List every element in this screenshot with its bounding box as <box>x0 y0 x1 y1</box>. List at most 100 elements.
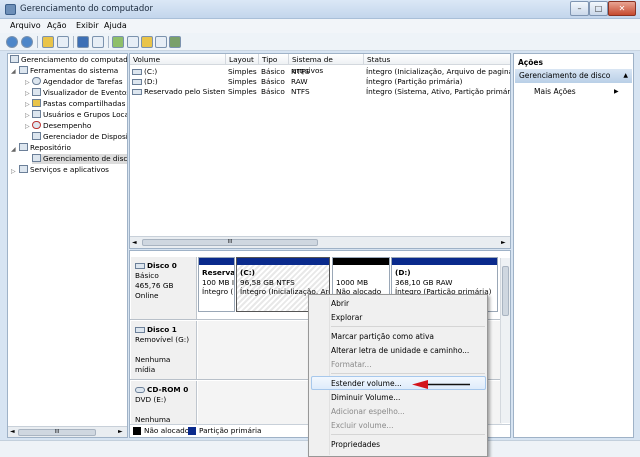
tree-item-users-groups[interactable]: Usuários e Grupos Loca <box>32 110 127 120</box>
column-header-layout[interactable]: Layout <box>226 54 259 65</box>
menu-item-properties[interactable]: Propriedades <box>331 440 380 449</box>
menu-item-format[interactable]: Formatar... <box>331 360 372 369</box>
tree-item-system-tools[interactable]: Ferramentas do sistema <box>19 66 118 76</box>
menu-item-open[interactable]: Abrir <box>331 299 349 308</box>
tree-label: Gerenciador de Disposit <box>43 132 128 141</box>
partition-size: 1000 MB <box>336 277 369 287</box>
collapse-arrow-icon[interactable]: ▲ <box>623 69 628 83</box>
cdrom-0-info[interactable]: CD-ROM 0 DVD (E:) Nenhuma mídia <box>131 381 197 434</box>
volume-filesystem: NTFS <box>291 87 310 96</box>
menu-arquivo[interactable]: Arquivo <box>10 21 41 30</box>
disk-0-info[interactable]: Disco 0 Básico 465,76 GB Online <box>131 257 197 319</box>
disk-1-info[interactable]: Disco 1 Removível (G:) Nenhuma mídia <box>131 321 197 379</box>
actions-section-header[interactable]: Gerenciamento de disco ▲ <box>515 69 632 83</box>
help-icon[interactable] <box>77 36 89 48</box>
partition-reserved[interactable]: Reserva 100 MB I Íntegro ( <box>198 257 235 312</box>
scroll-left-icon[interactable]: ◄ <box>132 239 137 246</box>
column-header-filesystem[interactable]: Sistema de arquivos <box>289 54 364 75</box>
menu-exibir[interactable]: Exibir <box>76 21 99 30</box>
back-icon[interactable] <box>6 36 18 48</box>
partition-color-bar <box>392 258 497 265</box>
table-row[interactable]: (D:) <box>132 77 225 87</box>
tree-label: Ferramentas do sistema <box>30 66 119 75</box>
expand-icon[interactable]: ▷ <box>25 101 30 108</box>
expand-icon[interactable]: ▷ <box>25 123 30 130</box>
disk-name: Disco 0 <box>147 261 177 270</box>
minimize-button[interactable]: – <box>570 1 589 16</box>
properties-icon[interactable] <box>92 36 104 48</box>
menu-item-shrink-volume[interactable]: Diminuir Volume... <box>331 393 400 402</box>
volume-name: Reservado pelo Sistema <box>144 87 225 96</box>
tree-item-root[interactable]: Gerenciamento do computador <box>10 55 127 65</box>
tree-item-device-manager[interactable]: Gerenciador de Disposit <box>32 132 128 142</box>
disk-icon <box>135 263 145 269</box>
menu-bar: Arquivo Ação Exibir Ajuda <box>0 19 640 33</box>
menu-separator <box>331 326 485 327</box>
show-hide-tree-icon[interactable] <box>57 36 69 48</box>
disk-name: Disco 1 <box>147 325 177 334</box>
scroll-thumb[interactable]: III <box>18 429 96 436</box>
tree-item-shared-folders[interactable]: Pastas compartilhadas <box>32 99 125 109</box>
disk-size: 465,76 GB <box>135 281 174 290</box>
scroll-thumb[interactable]: III <box>142 239 318 246</box>
tree-horizontal-scrollbar[interactable]: ◄ III ► <box>8 426 127 437</box>
partition-color-bar <box>333 258 389 265</box>
expand-icon[interactable]: ▷ <box>25 90 30 97</box>
up-icon[interactable] <box>42 36 54 48</box>
column-header-status[interactable]: Status <box>364 54 510 65</box>
menu-ajuda[interactable]: Ajuda <box>104 21 127 30</box>
collapse-icon[interactable]: ◢ <box>11 146 16 153</box>
volume-horizontal-scrollbar[interactable]: ◄ III ► <box>130 236 510 248</box>
more-actions-link[interactable]: Mais Ações ▶ <box>534 87 619 96</box>
menu-item-mark-active[interactable]: Marcar partição como ativa <box>331 332 434 341</box>
collapse-icon[interactable]: ◢ <box>11 68 16 75</box>
menu-acao[interactable]: Ação <box>47 21 67 30</box>
tree-item-services[interactable]: Serviços e aplicativos <box>19 165 109 175</box>
expand-icon[interactable]: ▷ <box>25 79 30 86</box>
scroll-left-icon[interactable]: ◄ <box>10 428 15 435</box>
drive-icon <box>132 89 142 95</box>
column-header-volume[interactable]: Volume <box>130 54 226 65</box>
disk-icon[interactable] <box>155 36 167 48</box>
export-icon[interactable] <box>112 36 124 48</box>
actions-pane: Ações Gerenciamento de disco ▲ Mais Açõe… <box>513 53 634 438</box>
drive-icon <box>132 79 142 85</box>
settings-icon[interactable] <box>169 36 181 48</box>
folder-icon[interactable] <box>141 36 153 48</box>
disk-management-icon <box>32 154 41 162</box>
menu-item-delete-volume[interactable]: Excluir volume... <box>331 421 394 430</box>
navigation-tree: Gerenciamento do computador ◢ Ferramenta… <box>7 53 128 438</box>
tree-item-performance[interactable]: Desempenho <box>32 121 91 131</box>
disk-status: Online <box>135 291 159 300</box>
menu-item-change-letter[interactable]: Alterar letra de unidade e caminho... <box>331 346 469 355</box>
maximize-button[interactable]: □ <box>589 1 608 16</box>
tree-item-disk-management[interactable]: Gerenciamento de disco <box>32 154 127 164</box>
expand-icon[interactable]: ▷ <box>11 168 16 175</box>
disk-size <box>135 405 192 415</box>
disk-vertical-scrollbar[interactable] <box>500 258 510 423</box>
forward-icon[interactable] <box>21 36 33 48</box>
scroll-thumb[interactable] <box>502 266 509 316</box>
volume-name: (C:) <box>144 67 158 76</box>
legend-swatch-primary <box>188 427 196 435</box>
users-icon <box>32 110 41 118</box>
close-button[interactable]: ✕ <box>608 1 636 16</box>
window-title: Gerenciamento do computador <box>20 4 153 14</box>
scroll-right-icon[interactable]: ► <box>118 428 123 435</box>
table-row[interactable]: Reservado pelo Sistema <box>132 87 225 97</box>
table-row[interactable]: (C:) <box>132 67 225 77</box>
tree-label: Serviços e aplicativos <box>30 165 109 174</box>
menu-item-explore[interactable]: Explorar <box>331 313 362 322</box>
event-viewer-icon <box>32 88 41 96</box>
disk-status: Nenhuma mídia <box>135 355 171 374</box>
toolbar-separator <box>73 36 74 48</box>
menu-item-add-mirror[interactable]: Adicionar espelho... <box>331 407 405 416</box>
expand-icon[interactable]: ▷ <box>25 112 30 119</box>
tree-item-storage[interactable]: Repositório <box>19 143 71 153</box>
column-header-type[interactable]: Tipo <box>259 54 289 65</box>
tree-item-event-viewer[interactable]: Visualizador de Eventos <box>32 88 127 98</box>
refresh-icon[interactable] <box>127 36 139 48</box>
menu-item-extend-volume[interactable]: Estender volume... <box>331 379 402 388</box>
scroll-right-icon[interactable]: ► <box>501 239 506 246</box>
tree-item-task-scheduler[interactable]: Agendador de Tarefas <box>32 77 123 87</box>
